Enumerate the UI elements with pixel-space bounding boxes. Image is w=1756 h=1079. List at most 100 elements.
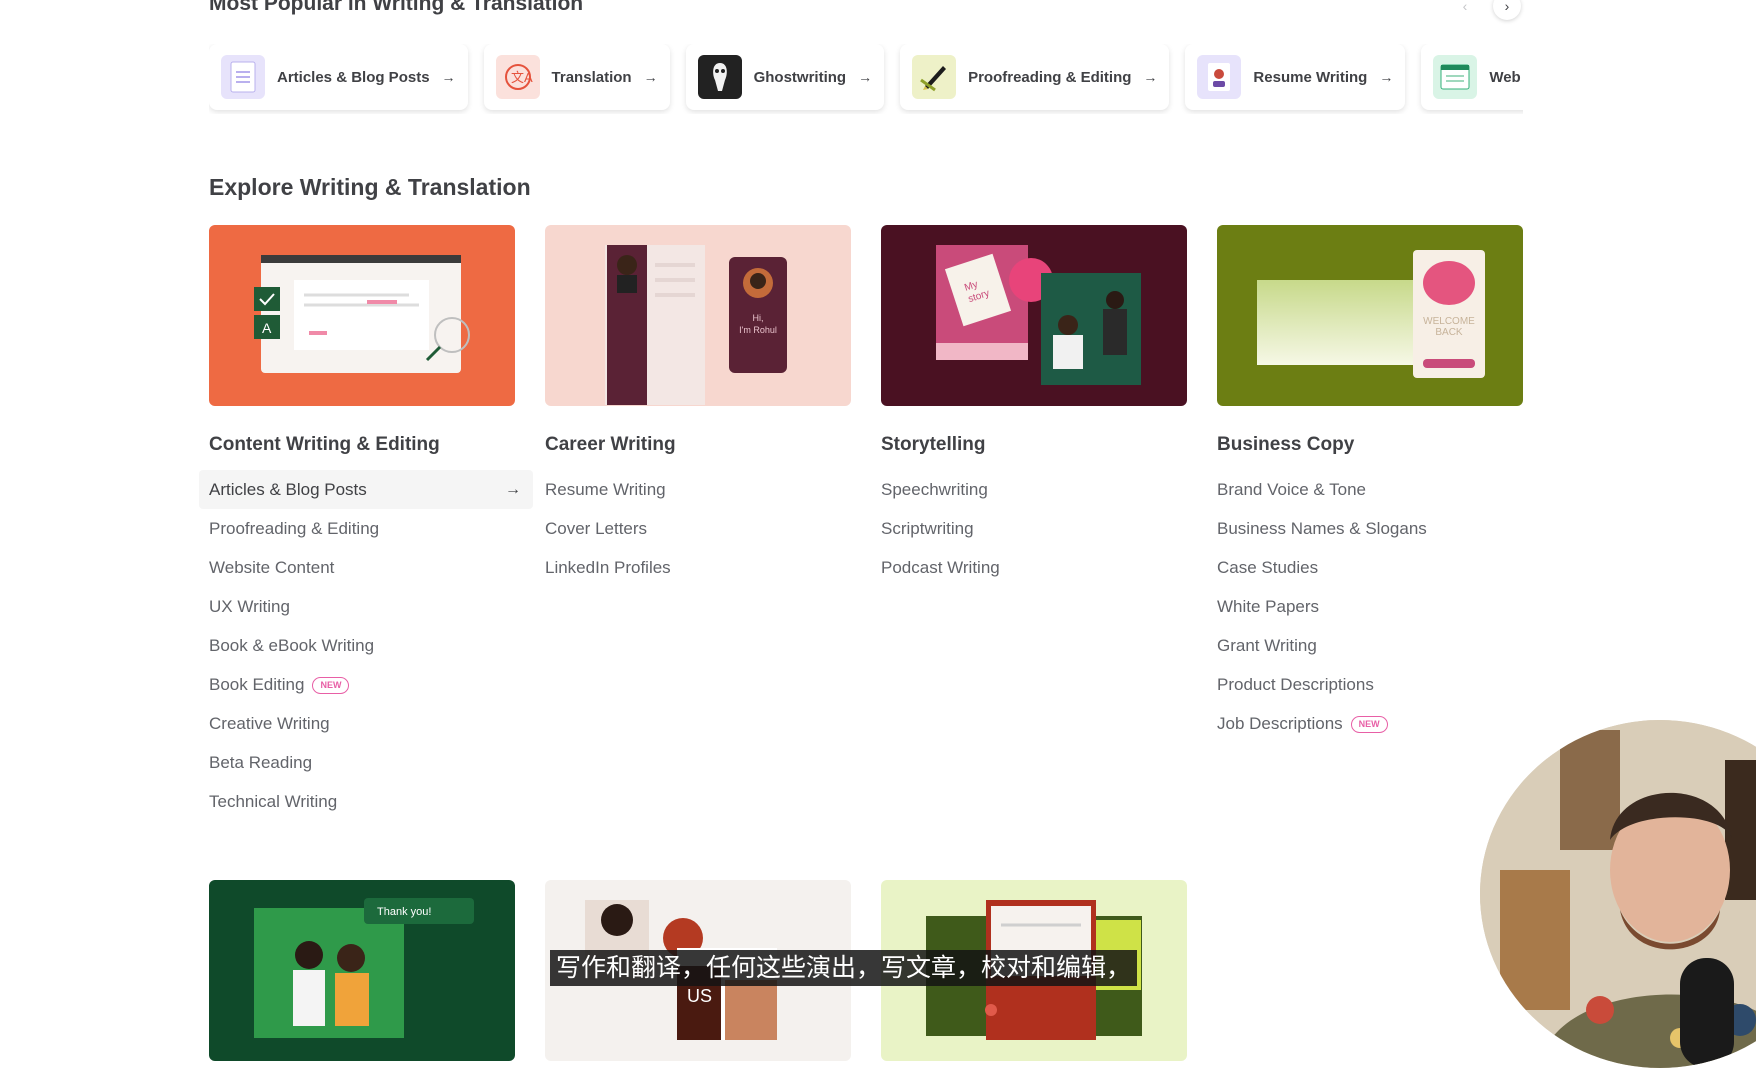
- subcategory-link[interactable]: Cover Letters: [545, 509, 851, 548]
- subcategory-label: Creative Writing: [209, 714, 330, 733]
- subcategory-link[interactable]: Podcast Writing: [881, 548, 1187, 587]
- subcategory-label: Cover Letters: [545, 519, 648, 538]
- category-column-business-copy: WELCOME BACK Business Copy Brand Voice &…: [1217, 225, 1523, 743]
- subcategory-link[interactable]: Resume Writing: [545, 470, 851, 509]
- subcategory-link[interactable]: Book Editing NEW: [209, 665, 515, 704]
- subcategory-label: Book Editing: [209, 675, 305, 694]
- arrow-right-icon: →: [1379, 69, 1394, 85]
- video-subtitle: 写作和翻译，任何这些演出，写文章，校对和编辑，: [550, 950, 1138, 986]
- subcategory-label: Website Content: [209, 558, 335, 577]
- subcategory-link[interactable]: Speechwriting: [881, 470, 1187, 509]
- arrow-right-icon: →: [441, 69, 456, 85]
- popular-card-proofreading[interactable]: Proofreading & Editing →: [900, 44, 1170, 110]
- subcategory-label: Brand Voice & Tone: [1217, 480, 1367, 499]
- arrow-right-icon: →: [1143, 69, 1158, 85]
- subcategory-link[interactable]: Scriptwriting: [881, 509, 1187, 548]
- subcategory-label: Speechwriting: [881, 480, 988, 499]
- subcategory-label: Business Names & Slogans: [1217, 519, 1427, 538]
- subcategory-link[interactable]: White Papers: [1217, 587, 1523, 626]
- popular-card-resume[interactable]: Resume Writing →: [1185, 44, 1406, 110]
- subcategory-link[interactable]: LinkedIn Profiles: [545, 548, 851, 587]
- arrow-right-icon: →: [643, 69, 658, 85]
- pen-icon: [912, 55, 957, 99]
- category-column-storytelling: My story Storytelling Speechwriting Scri…: [881, 225, 1187, 587]
- subcategory-label: Book & eBook Writing: [209, 636, 375, 655]
- svg-text:I'm Rohul: I'm Rohul: [739, 325, 777, 335]
- new-badge: NEW: [1350, 716, 1388, 734]
- popular-card-articles[interactable]: Articles & Blog Posts →: [209, 44, 468, 110]
- category-column-career-writing: Hi, I'm Rohul Career Writing Resume Writ…: [545, 225, 851, 587]
- subcategory-label: Grant Writing: [1217, 636, 1317, 655]
- category-image-content-writing[interactable]: A: [209, 225, 515, 406]
- svg-text:BACK: BACK: [1435, 327, 1463, 338]
- category-column-content-writing: A Content Writing & Editing Articles & B…: [199, 225, 533, 821]
- thank-you-text: Thank you!: [377, 906, 431, 918]
- subcategory-link[interactable]: Business Names & Slogans: [1217, 509, 1523, 548]
- subcategory-link[interactable]: Case Studies: [1217, 548, 1523, 587]
- new-badge: NEW: [312, 677, 350, 695]
- subcategory-link[interactable]: Job Descriptions NEW: [1217, 704, 1523, 743]
- web-page-icon: [1433, 55, 1478, 99]
- subcategory-link[interactable]: Book & eBook Writing: [209, 626, 515, 665]
- subcategory-label: Resume Writing: [545, 480, 666, 499]
- subcategory-label: Proofreading & Editing: [209, 519, 380, 538]
- category-title[interactable]: Career Writing: [545, 434, 851, 456]
- svg-text:文A: 文A: [511, 70, 533, 85]
- subcategory-label: UX Writing: [209, 597, 290, 616]
- popular-card-label: Web: [1489, 68, 1521, 86]
- popular-section-title: Most Popular in Writing & Translation: [209, 0, 584, 15]
- svg-text:WELCOME: WELCOME: [1423, 316, 1475, 327]
- page: Most Popular in Writing & Translation ‹ …: [0, 0, 1756, 1079]
- arrow-right-icon: →: [505, 481, 521, 498]
- popular-card-label: Proofreading & Editing: [968, 68, 1132, 86]
- subcategory-label: Beta Reading: [209, 753, 313, 772]
- subcategory-link[interactable]: Grant Writing: [1217, 626, 1523, 665]
- popular-card-ghostwriting[interactable]: Ghostwriting →: [685, 44, 885, 110]
- subcategory-link[interactable]: Creative Writing: [209, 704, 515, 743]
- subcategory-label: Job Descriptions: [1217, 714, 1343, 733]
- popular-carousel: Articles & Blog Posts → 文A Translation →…: [209, 44, 1523, 114]
- subcategory-link[interactable]: Articles & Blog Posts →: [199, 470, 533, 509]
- category-title[interactable]: Content Writing & Editing: [209, 434, 515, 456]
- category-title[interactable]: Storytelling: [881, 434, 1187, 456]
- subcategory-list: Speechwriting Scriptwriting Podcast Writ…: [881, 470, 1187, 587]
- ghost-mask-icon: [697, 55, 742, 99]
- category-image-business-copy[interactable]: WELCOME BACK: [1217, 225, 1523, 406]
- webcam-overlay: [1480, 720, 1756, 1068]
- explore-section-title: Explore Writing & Translation: [209, 174, 531, 200]
- popular-card-label: Articles & Blog Posts: [277, 68, 430, 86]
- subcategory-link[interactable]: Technical Writing: [209, 782, 515, 821]
- category-image-storytelling[interactable]: My story: [881, 225, 1187, 406]
- subcategory-label: Podcast Writing: [881, 558, 1000, 577]
- category-image-career-writing[interactable]: Hi, I'm Rohul: [545, 225, 851, 406]
- subcategory-link[interactable]: Beta Reading: [209, 743, 515, 782]
- category-image-bottom-1[interactable]: Thank you!: [209, 880, 515, 1061]
- carousel-prev-button[interactable]: ‹: [1451, 0, 1479, 20]
- carousel-pager: ‹ ›: [1451, 0, 1521, 20]
- subcategory-label: Product Descriptions: [1217, 675, 1374, 694]
- translate-icon: 文A: [495, 55, 540, 99]
- svg-text:Hi,: Hi,: [753, 313, 764, 323]
- subcategory-link[interactable]: Product Descriptions: [1217, 665, 1523, 704]
- arrow-right-icon: →: [858, 69, 873, 85]
- category-title[interactable]: Business Copy: [1217, 434, 1523, 456]
- popular-card-label: Ghostwriting: [753, 68, 847, 86]
- popular-card-label: Translation: [551, 68, 632, 86]
- carousel-next-button[interactable]: ›: [1493, 0, 1521, 20]
- subcategory-label: Scriptwriting: [881, 519, 974, 538]
- subcategory-label: Case Studies: [1217, 558, 1319, 577]
- popular-card-translation[interactable]: 文A Translation →: [483, 44, 670, 110]
- subcategory-label: Technical Writing: [209, 792, 338, 811]
- subcategory-link[interactable]: Website Content: [209, 548, 515, 587]
- subcategory-label: Articles & Blog Posts: [209, 480, 367, 499]
- subcategory-list: Brand Voice & Tone Business Names & Slog…: [1217, 470, 1523, 743]
- subcategory-link[interactable]: UX Writing: [209, 587, 515, 626]
- subcategory-list: Resume Writing Cover Letters LinkedIn Pr…: [545, 470, 851, 587]
- popular-card-web[interactable]: Web: [1421, 44, 1523, 110]
- document-icon: [221, 55, 265, 99]
- subcategory-label: LinkedIn Profiles: [545, 558, 671, 577]
- us-text: US: [687, 986, 712, 1006]
- subcategory-link[interactable]: Proofreading & Editing: [209, 509, 515, 548]
- subcategory-link[interactable]: Brand Voice & Tone: [1217, 470, 1523, 509]
- subcategory-label: White Papers: [1217, 597, 1320, 616]
